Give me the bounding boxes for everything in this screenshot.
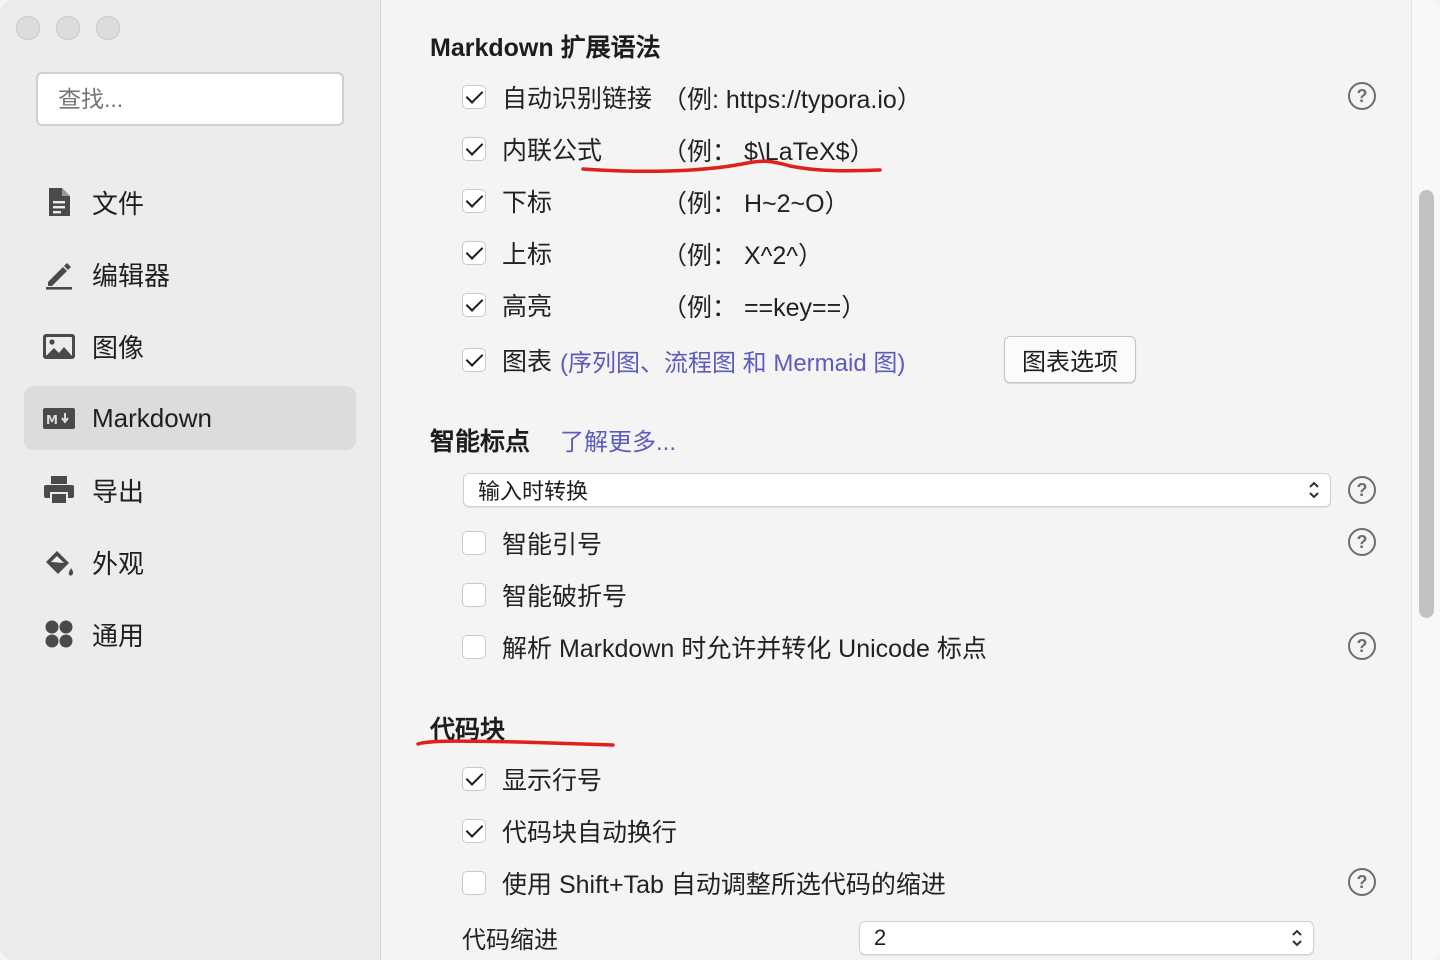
diagrams-label: 图表 xyxy=(502,348,553,376)
code-indent-label: 代码缩进 xyxy=(462,927,558,954)
shift-tab-label: 使用 Shift+Tab 自动调整所选代码的缩进 xyxy=(502,871,946,899)
help-icon[interactable]: ? xyxy=(1348,528,1376,556)
smart-dashes-checkbox[interactable] xyxy=(462,583,486,607)
grid-icon xyxy=(42,617,76,651)
sidebar-item-label: 编辑器 xyxy=(92,260,171,291)
paint-bucket-icon xyxy=(42,545,76,579)
line-numbers-label: 显示行号 xyxy=(502,767,603,795)
superscript-label: 上标 xyxy=(502,241,553,269)
sidebar-item-label: 文件 xyxy=(92,188,145,219)
chevron-updown-icon xyxy=(1292,929,1302,947)
settings-panel: Markdown 扩展语法 自动识别链接 （例: https://typora.… xyxy=(382,0,1412,960)
autolink-option[interactable]: 自动识别链接 xyxy=(462,80,652,114)
image-icon xyxy=(42,329,76,363)
smart-dashes-option[interactable]: 智能破折号 xyxy=(462,578,627,612)
line-numbers-checkbox[interactable] xyxy=(462,767,486,791)
sidebar-item-editor[interactable]: 编辑器 xyxy=(24,242,356,306)
highlight-label: 高亮 xyxy=(502,293,553,321)
superscript-example: （例： X^2^） xyxy=(662,242,823,270)
sidebar-item-image[interactable]: 图像 xyxy=(24,314,356,378)
zoom-window-button[interactable] xyxy=(96,16,120,40)
autolink-example: （例: https://typora.io） xyxy=(662,86,922,114)
smart-punct-mode-value: 输入时转换 xyxy=(478,479,589,504)
superscript-option[interactable]: 上标 xyxy=(462,236,552,270)
code-wrap-checkbox[interactable] xyxy=(462,819,486,843)
diagrams-option[interactable]: 图表 (序列图、流程图 和 Mermaid 图) xyxy=(462,343,905,377)
superscript-checkbox[interactable] xyxy=(462,241,486,265)
autolink-checkbox[interactable] xyxy=(462,85,486,109)
unicode-punct-checkbox[interactable] xyxy=(462,635,486,659)
sidebar-item-markdown[interactable]: M Markdown xyxy=(24,386,356,450)
chevron-updown-icon xyxy=(1309,481,1319,499)
printer-icon xyxy=(42,473,76,507)
sidebar-item-label: 外观 xyxy=(92,548,145,579)
pencil-icon xyxy=(42,257,76,291)
line-numbers-option[interactable]: 显示行号 xyxy=(462,762,602,796)
subscript-checkbox[interactable] xyxy=(462,189,486,213)
document-icon xyxy=(42,185,76,219)
diagram-options-button[interactable]: 图表选项 xyxy=(1004,336,1136,383)
sidebar: 文件 编辑器 图像 M Markdown 导出 xyxy=(0,0,381,960)
code-wrap-label: 代码块自动换行 xyxy=(502,819,678,847)
preferences-window: 文件 编辑器 图像 M Markdown 导出 xyxy=(0,0,1440,960)
inline-math-option[interactable]: 内联公式 xyxy=(462,132,602,166)
diagrams-detail: (序列图、流程图 和 Mermaid 图) xyxy=(560,349,906,377)
smart-dashes-label: 智能破折号 xyxy=(502,583,628,611)
section-heading-markdown-ext: Markdown 扩展语法 xyxy=(430,34,661,62)
smart-quotes-checkbox[interactable] xyxy=(462,531,486,555)
svg-text:M: M xyxy=(46,413,58,427)
help-icon[interactable]: ? xyxy=(1348,476,1376,504)
smart-quotes-label: 智能引号 xyxy=(502,531,603,559)
sidebar-item-export[interactable]: 导出 xyxy=(24,458,356,522)
section-heading-code-block: 代码块 xyxy=(430,716,506,744)
sidebar-item-label: 图像 xyxy=(92,332,145,363)
unicode-punct-label: 解析 Markdown 时允许并转化 Unicode 标点 xyxy=(502,635,987,663)
code-wrap-option[interactable]: 代码块自动换行 xyxy=(462,814,677,848)
sidebar-item-file[interactable]: 文件 xyxy=(24,170,356,234)
sidebar-item-general[interactable]: 通用 xyxy=(24,602,356,666)
autolink-label: 自动识别链接 xyxy=(502,85,653,113)
highlight-example: （例： ==key==） xyxy=(662,294,867,322)
window-controls xyxy=(16,16,120,40)
sidebar-item-label: 通用 xyxy=(92,620,145,651)
subscript-example: （例： H~2~O） xyxy=(662,190,850,218)
section-heading-smart-punct: 智能标点 xyxy=(430,428,531,456)
unicode-punct-option[interactable]: 解析 Markdown 时允许并转化 Unicode 标点 xyxy=(462,630,987,664)
minimize-window-button[interactable] xyxy=(56,16,80,40)
inline-math-checkbox[interactable] xyxy=(462,137,486,161)
learn-more-link[interactable]: 了解更多... xyxy=(560,422,676,457)
subscript-label: 下标 xyxy=(502,189,553,217)
markdown-icon: M xyxy=(42,401,76,435)
vertical-scrollbar[interactable] xyxy=(1411,0,1440,960)
code-indent-select[interactable]: 2 xyxy=(859,921,1314,955)
shift-tab-option[interactable]: 使用 Shift+Tab 自动调整所选代码的缩进 xyxy=(462,866,946,900)
inline-math-example: （例： $\LaTeX$） xyxy=(662,138,875,166)
code-indent-value: 2 xyxy=(874,925,887,950)
smart-quotes-option[interactable]: 智能引号 xyxy=(462,526,602,560)
shift-tab-checkbox[interactable] xyxy=(462,871,486,895)
search-input[interactable] xyxy=(36,72,344,126)
subscript-option[interactable]: 下标 xyxy=(462,184,552,218)
sidebar-item-appearance[interactable]: 外观 xyxy=(24,530,356,594)
scrollbar-thumb[interactable] xyxy=(1419,190,1434,618)
sidebar-item-label: 导出 xyxy=(92,476,145,507)
smart-punct-mode-select[interactable]: 输入时转换 xyxy=(463,473,1331,507)
sidebar-item-label: Markdown xyxy=(92,402,212,433)
help-icon[interactable]: ? xyxy=(1348,82,1376,110)
highlight-checkbox[interactable] xyxy=(462,293,486,317)
help-icon[interactable]: ? xyxy=(1348,632,1376,660)
highlight-option[interactable]: 高亮 xyxy=(462,288,552,322)
close-window-button[interactable] xyxy=(16,16,40,40)
inline-math-label: 内联公式 xyxy=(502,137,603,165)
diagrams-checkbox[interactable] xyxy=(462,348,486,372)
help-icon[interactable]: ? xyxy=(1348,868,1376,896)
